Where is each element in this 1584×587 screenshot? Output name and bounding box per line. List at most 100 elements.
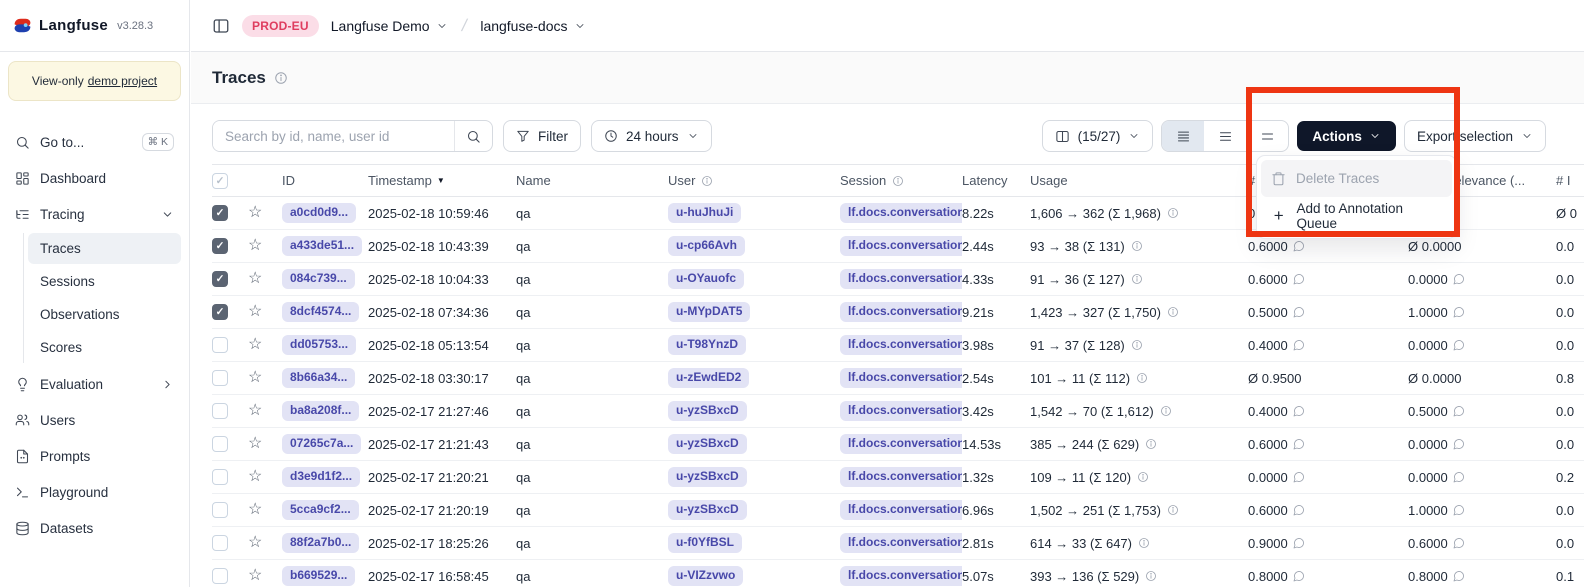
row-checkbox[interactable] [212, 535, 228, 551]
session-badge[interactable]: lf.docs.conversation... [840, 269, 962, 289]
session-badge[interactable]: lf.docs.conversation... [840, 368, 962, 388]
bookmark-star-icon[interactable]: ☆ [248, 304, 262, 320]
trace-id-badge[interactable]: dd05753... [282, 335, 356, 355]
session-badge[interactable]: lf.docs.conversation... [840, 236, 962, 256]
table-row[interactable]: ☆ b669529... 2025-02-17 16:58:45 qa u-VI… [212, 560, 1584, 587]
sidebar-item-scores[interactable]: Scores [28, 332, 181, 363]
trace-id-badge[interactable]: 084c739... [282, 269, 355, 289]
session-badge[interactable]: lf.docs.conversation... [840, 401, 962, 421]
row-height-large-button[interactable] [1246, 121, 1288, 151]
user-badge[interactable]: u-yzSBxcD [668, 467, 747, 487]
sidebar-item-dashboard[interactable]: Dashboard [8, 161, 181, 195]
user-badge[interactable]: u-T98YnzD [668, 335, 746, 355]
table-row[interactable]: ☆ 88f2a7b0... 2025-02-17 18:25:26 qa u-f… [212, 527, 1584, 560]
session-badge[interactable]: lf.docs.conversation... [840, 302, 962, 322]
row-checkbox[interactable] [212, 568, 228, 584]
table-row[interactable]: ☆ 07265c7a... 2025-02-17 21:21:43 qa u-y… [212, 428, 1584, 461]
column-visibility-button[interactable]: (15/27) [1042, 120, 1154, 152]
trace-id-badge[interactable]: a433de51... [282, 236, 362, 256]
col-header-score-edge[interactable]: # I [1556, 173, 1584, 188]
session-badge[interactable]: lf.docs.conversation... [840, 434, 962, 454]
col-header-session[interactable]: Session [840, 173, 962, 188]
row-checkbox[interactable] [212, 403, 228, 419]
col-header-latency[interactable]: Latency [962, 173, 1030, 188]
sidebar-item-traces[interactable]: Traces [28, 233, 181, 264]
session-badge[interactable]: lf.docs.conversation... [840, 500, 962, 520]
col-header-user[interactable]: User [668, 173, 840, 188]
search-icon[interactable] [454, 121, 492, 151]
trace-id-badge[interactable]: a0cd0d9... [282, 203, 356, 223]
table-row[interactable]: ☆ 8b66a34... 2025-02-18 03:30:17 qa u-zE… [212, 362, 1584, 395]
bookmark-star-icon[interactable]: ☆ [248, 271, 262, 287]
row-checkbox[interactable] [212, 469, 228, 485]
session-badge[interactable]: lf.docs.conversation... [840, 335, 962, 355]
bookmark-star-icon[interactable]: ☆ [248, 337, 262, 353]
sidebar-toggle-icon[interactable] [212, 17, 230, 35]
bookmark-star-icon[interactable]: ☆ [248, 370, 262, 386]
row-checkbox[interactable] [212, 337, 228, 353]
export-selection-button[interactable]: Export selection [1404, 120, 1546, 152]
bookmark-star-icon[interactable]: ☆ [248, 568, 262, 584]
sidebar-item-playground[interactable]: Playground [8, 475, 181, 509]
user-badge[interactable]: u-zEwdED2 [668, 368, 749, 388]
user-badge[interactable]: u-yzSBxcD [668, 434, 747, 454]
trace-id-badge[interactable]: b669529... [282, 566, 355, 586]
row-checkbox[interactable] [212, 370, 228, 386]
filter-button[interactable]: Filter [503, 120, 581, 152]
bookmark-star-icon[interactable]: ☆ [248, 502, 262, 518]
row-checkbox[interactable] [212, 304, 228, 320]
table-row[interactable]: ☆ 8dcf4574... 2025-02-18 07:34:36 qa u-M… [212, 296, 1584, 329]
row-checkbox[interactable] [212, 238, 228, 254]
row-checkbox[interactable] [212, 271, 228, 287]
user-badge[interactable]: u-yzSBxcD [668, 401, 747, 421]
col-header-timestamp[interactable]: Timestamp▼ [368, 173, 516, 188]
bookmark-star-icon[interactable]: ☆ [248, 535, 262, 551]
session-badge[interactable]: lf.docs.conversation... [840, 203, 962, 223]
table-row[interactable]: ☆ ba8a208f... 2025-02-17 21:27:46 qa u-y… [212, 395, 1584, 428]
session-badge[interactable]: lf.docs.conversation... [840, 467, 962, 487]
table-row[interactable]: ☆ dd05753... 2025-02-18 05:13:54 qa u-T9… [212, 329, 1584, 362]
sidebar-item-sessions[interactable]: Sessions [28, 266, 181, 297]
table-row[interactable]: ☆ 5cca9cf2... 2025-02-17 21:20:19 qa u-y… [212, 494, 1584, 527]
trace-id-badge[interactable]: ba8a208f... [282, 401, 359, 421]
sidebar-item-prompts[interactable]: Prompts [8, 439, 181, 473]
demo-project-link[interactable]: demo project [88, 74, 157, 88]
trace-id-badge[interactable]: 07265c7a... [282, 434, 361, 454]
bookmark-star-icon[interactable]: ☆ [248, 403, 262, 419]
session-badge[interactable]: lf.docs.conversation... [840, 566, 962, 586]
bookmark-star-icon[interactable]: ☆ [248, 205, 262, 221]
bookmark-star-icon[interactable]: ☆ [248, 469, 262, 485]
row-height-small-button[interactable] [1162, 121, 1204, 151]
org-switcher[interactable]: Langfuse Demo [331, 18, 448, 34]
trace-id-badge[interactable]: 8b66a34... [282, 368, 355, 388]
time-range-button[interactable]: 24 hours [591, 120, 712, 152]
row-checkbox[interactable] [212, 502, 228, 518]
sidebar-item-goto[interactable]: Go to... ⌘ K [8, 125, 181, 159]
row-checkbox[interactable] [212, 436, 228, 452]
col-header-usage[interactable]: Usage [1030, 173, 1248, 188]
trace-id-badge[interactable]: 88f2a7b0... [282, 533, 359, 553]
select-all-checkbox[interactable] [212, 173, 228, 189]
trace-id-badge[interactable]: 8dcf4574... [282, 302, 359, 322]
sidebar-item-observations[interactable]: Observations [28, 299, 181, 330]
search-input[interactable] [213, 121, 454, 151]
menu-item-delete-traces[interactable]: Delete Traces [1261, 160, 1452, 197]
row-height-medium-button[interactable] [1204, 121, 1246, 151]
row-checkbox[interactable] [212, 205, 228, 221]
col-header-name[interactable]: Name [516, 173, 668, 188]
col-header-id[interactable]: ID [282, 173, 368, 188]
sidebar-item-tracing[interactable]: Tracing [8, 197, 181, 231]
user-badge[interactable]: u-yzSBxcD [668, 500, 747, 520]
sidebar-item-evaluation[interactable]: Evaluation [8, 367, 181, 401]
user-badge[interactable]: u-VIZzvwo [668, 566, 743, 586]
menu-item-add-to-annotation-queue[interactable]: + Add to Annotation Queue [1261, 197, 1452, 234]
actions-button[interactable]: Actions [1297, 121, 1396, 151]
user-badge[interactable]: u-cp66Avh [668, 236, 745, 256]
bookmark-star-icon[interactable]: ☆ [248, 436, 262, 452]
trace-id-badge[interactable]: d3e9d1f2... [282, 467, 360, 487]
user-badge[interactable]: u-f0YfBSL [668, 533, 742, 553]
user-badge[interactable]: u-OYauofc [668, 269, 744, 289]
bookmark-star-icon[interactable]: ☆ [248, 238, 262, 254]
trace-id-badge[interactable]: 5cca9cf2... [282, 500, 359, 520]
sidebar-item-datasets[interactable]: Datasets [8, 511, 181, 545]
